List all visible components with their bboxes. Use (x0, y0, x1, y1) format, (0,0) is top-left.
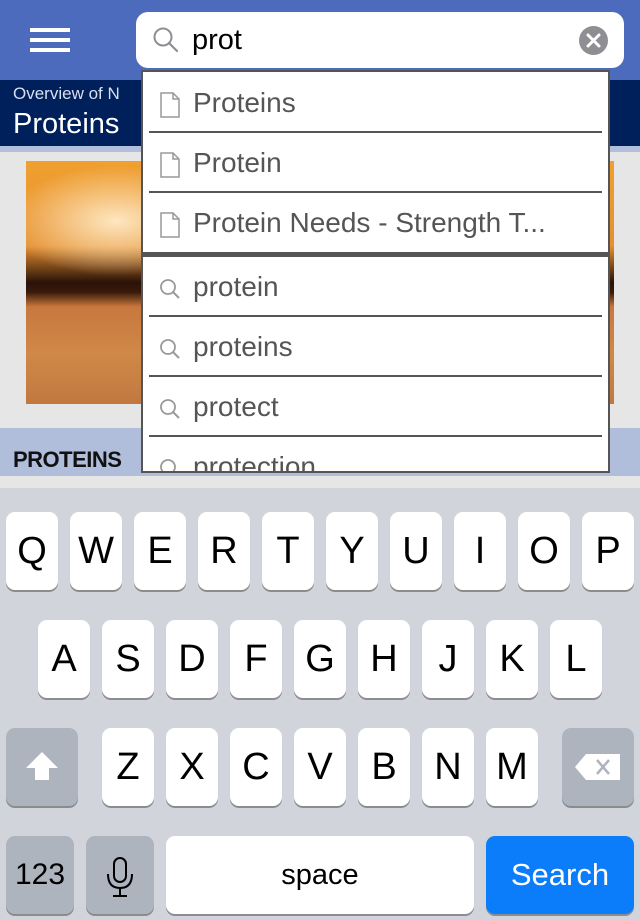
key-r[interactable]: R (198, 512, 250, 590)
search-box[interactable] (136, 12, 624, 68)
suggestion-document[interactable]: Protein (149, 134, 602, 194)
space-key[interactable]: space (166, 836, 474, 914)
key-n[interactable]: N (422, 728, 474, 806)
search-icon (153, 27, 179, 53)
divider (149, 375, 602, 377)
suggestion-label: Protein Needs - Strength T... (193, 207, 546, 238)
divider (149, 435, 602, 437)
backspace-icon (575, 754, 620, 780)
breadcrumb[interactable]: Overview of N (13, 84, 120, 104)
key-h[interactable]: H (358, 620, 410, 698)
hamburger-line (30, 48, 70, 52)
key-k[interactable]: K (486, 620, 538, 698)
key-l[interactable]: L (550, 620, 602, 698)
suggestion-label: proteins (193, 331, 293, 362)
key-f[interactable]: F (230, 620, 282, 698)
clear-circle-icon (586, 33, 601, 48)
key-z[interactable]: Z (102, 728, 154, 806)
search-input[interactable] (192, 20, 562, 60)
document-icon (160, 92, 180, 118)
document-icon (160, 152, 180, 178)
section-title: PROTEINS (13, 447, 122, 472)
key-t[interactable]: T (262, 512, 314, 590)
suggestion-label: Protein (193, 147, 282, 178)
key-g[interactable]: G (294, 620, 346, 698)
numbers-key[interactable]: 123 (6, 836, 74, 914)
key-w[interactable]: W (70, 512, 122, 590)
suggestion-query[interactable]: protein (149, 258, 602, 318)
key-q[interactable]: Q (6, 512, 58, 590)
key-y[interactable]: Y (326, 512, 378, 590)
key-d[interactable]: D (166, 620, 218, 698)
suggestion-query[interactable]: protection (149, 438, 602, 473)
hamburger-line (30, 38, 70, 42)
suggestion-document[interactable]: Protein Needs - Strength T... (149, 194, 602, 254)
key-i[interactable]: I (454, 512, 506, 590)
key-a[interactable]: A (38, 620, 90, 698)
clear-search-button[interactable] (579, 26, 608, 55)
dictation-key[interactable] (86, 836, 154, 914)
key-x[interactable]: X (166, 728, 218, 806)
divider (149, 315, 602, 317)
search-icon (160, 459, 176, 471)
key-c[interactable]: C (230, 728, 282, 806)
search-icon (160, 279, 180, 299)
document-icon (160, 212, 180, 238)
microphone-icon (107, 857, 133, 897)
search-key[interactable]: Search (486, 836, 634, 914)
suggestion-label: Proteins (193, 87, 296, 118)
divider (149, 191, 602, 193)
key-j[interactable]: J (422, 620, 474, 698)
shift-arrow-icon (26, 752, 58, 780)
key-o[interactable]: O (518, 512, 570, 590)
search-icon (160, 339, 180, 359)
key-b[interactable]: B (358, 728, 410, 806)
key-v[interactable]: V (294, 728, 346, 806)
suggestion-label: protein (193, 271, 279, 302)
section-divider (143, 252, 608, 257)
keyboard: Q W E R T Y U I O P A S D F G H J K L Z … (0, 488, 640, 920)
suggestion-query[interactable]: protect (149, 378, 602, 438)
hamburger-menu-icon (30, 28, 70, 32)
suggestion-document[interactable]: Proteins (149, 74, 602, 134)
suggestion-label: protect (193, 391, 279, 422)
shift-key[interactable] (6, 728, 78, 806)
backspace-key[interactable] (562, 728, 634, 806)
key-u[interactable]: U (390, 512, 442, 590)
suggestion-query[interactable]: proteins (149, 318, 602, 378)
suggestion-label: protection (193, 451, 316, 473)
key-p[interactable]: P (582, 512, 634, 590)
autocomplete-dropdown: Proteins Protein Protein Needs - Strengt… (141, 70, 610, 473)
key-e[interactable]: E (134, 512, 186, 590)
page-title: Proteins (13, 108, 120, 140)
key-s[interactable]: S (102, 620, 154, 698)
divider (149, 131, 602, 133)
menu-button[interactable] (20, 22, 80, 58)
key-m[interactable]: M (486, 728, 538, 806)
search-icon (160, 399, 180, 419)
